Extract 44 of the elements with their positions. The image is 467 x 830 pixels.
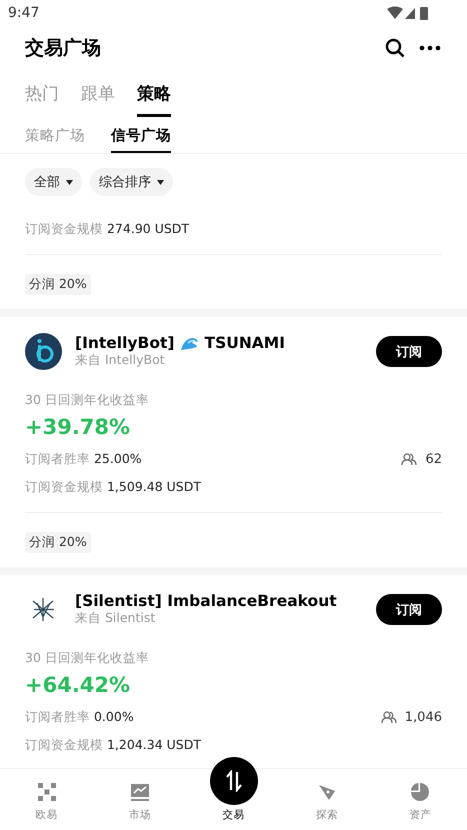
strategy-source: 来自 IntellyBot — [75, 352, 166, 369]
search-icon[interactable] — [385, 38, 405, 58]
profit-share-tag: 分润 20% — [25, 532, 91, 553]
pie-chart-icon[interactable] — [410, 782, 430, 802]
fund-size: 订阅资金规模 274.90 USDT — [25, 221, 190, 236]
return-label: 30 日回测年化收益率 — [25, 392, 149, 407]
nav-label[interactable]: 资产 — [409, 808, 432, 822]
filter-dropdown[interactable]: 全部 — [25, 168, 82, 196]
fund-size: 订阅资金规模 1,204.34 USDT — [25, 737, 201, 752]
sub-tab[interactable]: 信号广场 — [111, 117, 171, 153]
strategy-source: 来自 Silentist — [75, 610, 156, 627]
more-icon[interactable] — [419, 44, 441, 50]
people-icon — [380, 711, 397, 724]
return-label: 30 日回测年化收益率 — [25, 650, 149, 665]
nav-label[interactable]: 市场 — [129, 808, 152, 822]
subscriber-count: 62 — [425, 452, 442, 467]
subscriber-count: 1,046 — [404, 710, 442, 725]
compass-icon[interactable] — [316, 782, 337, 802]
tab[interactable]: 策略 — [137, 70, 171, 117]
return-value: +64.42% — [25, 673, 130, 697]
return-value: +39.78% — [25, 415, 130, 439]
filter-dropdown[interactable]: 综合排序 — [90, 168, 173, 196]
strategy-title: [IntellyBot] — [75, 334, 174, 352]
caret-icon — [66, 180, 73, 184]
trade-button[interactable] — [210, 757, 258, 805]
subscribe-button[interactable]: 订阅 — [376, 594, 442, 625]
profit-share-tag: 分润 20% — [25, 274, 91, 295]
strategy-title: [Silentist] ImbalanceBreakout — [75, 592, 337, 610]
nav-label[interactable]: 探索 — [316, 808, 338, 822]
win-rate: 订阅者胜率 0.00% — [25, 709, 134, 726]
nav-label[interactable]: 欧易 — [36, 808, 58, 822]
fund-size: 订阅资金规模 1,509.48 USDT — [25, 479, 201, 494]
status-time: 9:47 — [8, 4, 40, 20]
caret-icon — [157, 180, 164, 184]
page-title: 交易广场 — [25, 36, 101, 60]
strategy-title: TSUNAMI — [204, 334, 285, 352]
nav-label[interactable]: 交易 — [222, 808, 245, 822]
avatar-icon — [25, 333, 62, 370]
grid-logo-icon[interactable] — [36, 782, 57, 802]
win-rate: 订阅者胜率 25.00% — [25, 451, 142, 468]
people-icon — [401, 453, 418, 466]
subscribe-button[interactable]: 订阅 — [376, 336, 442, 367]
chart-icon[interactable] — [130, 782, 150, 802]
wave-icon — [180, 335, 200, 351]
